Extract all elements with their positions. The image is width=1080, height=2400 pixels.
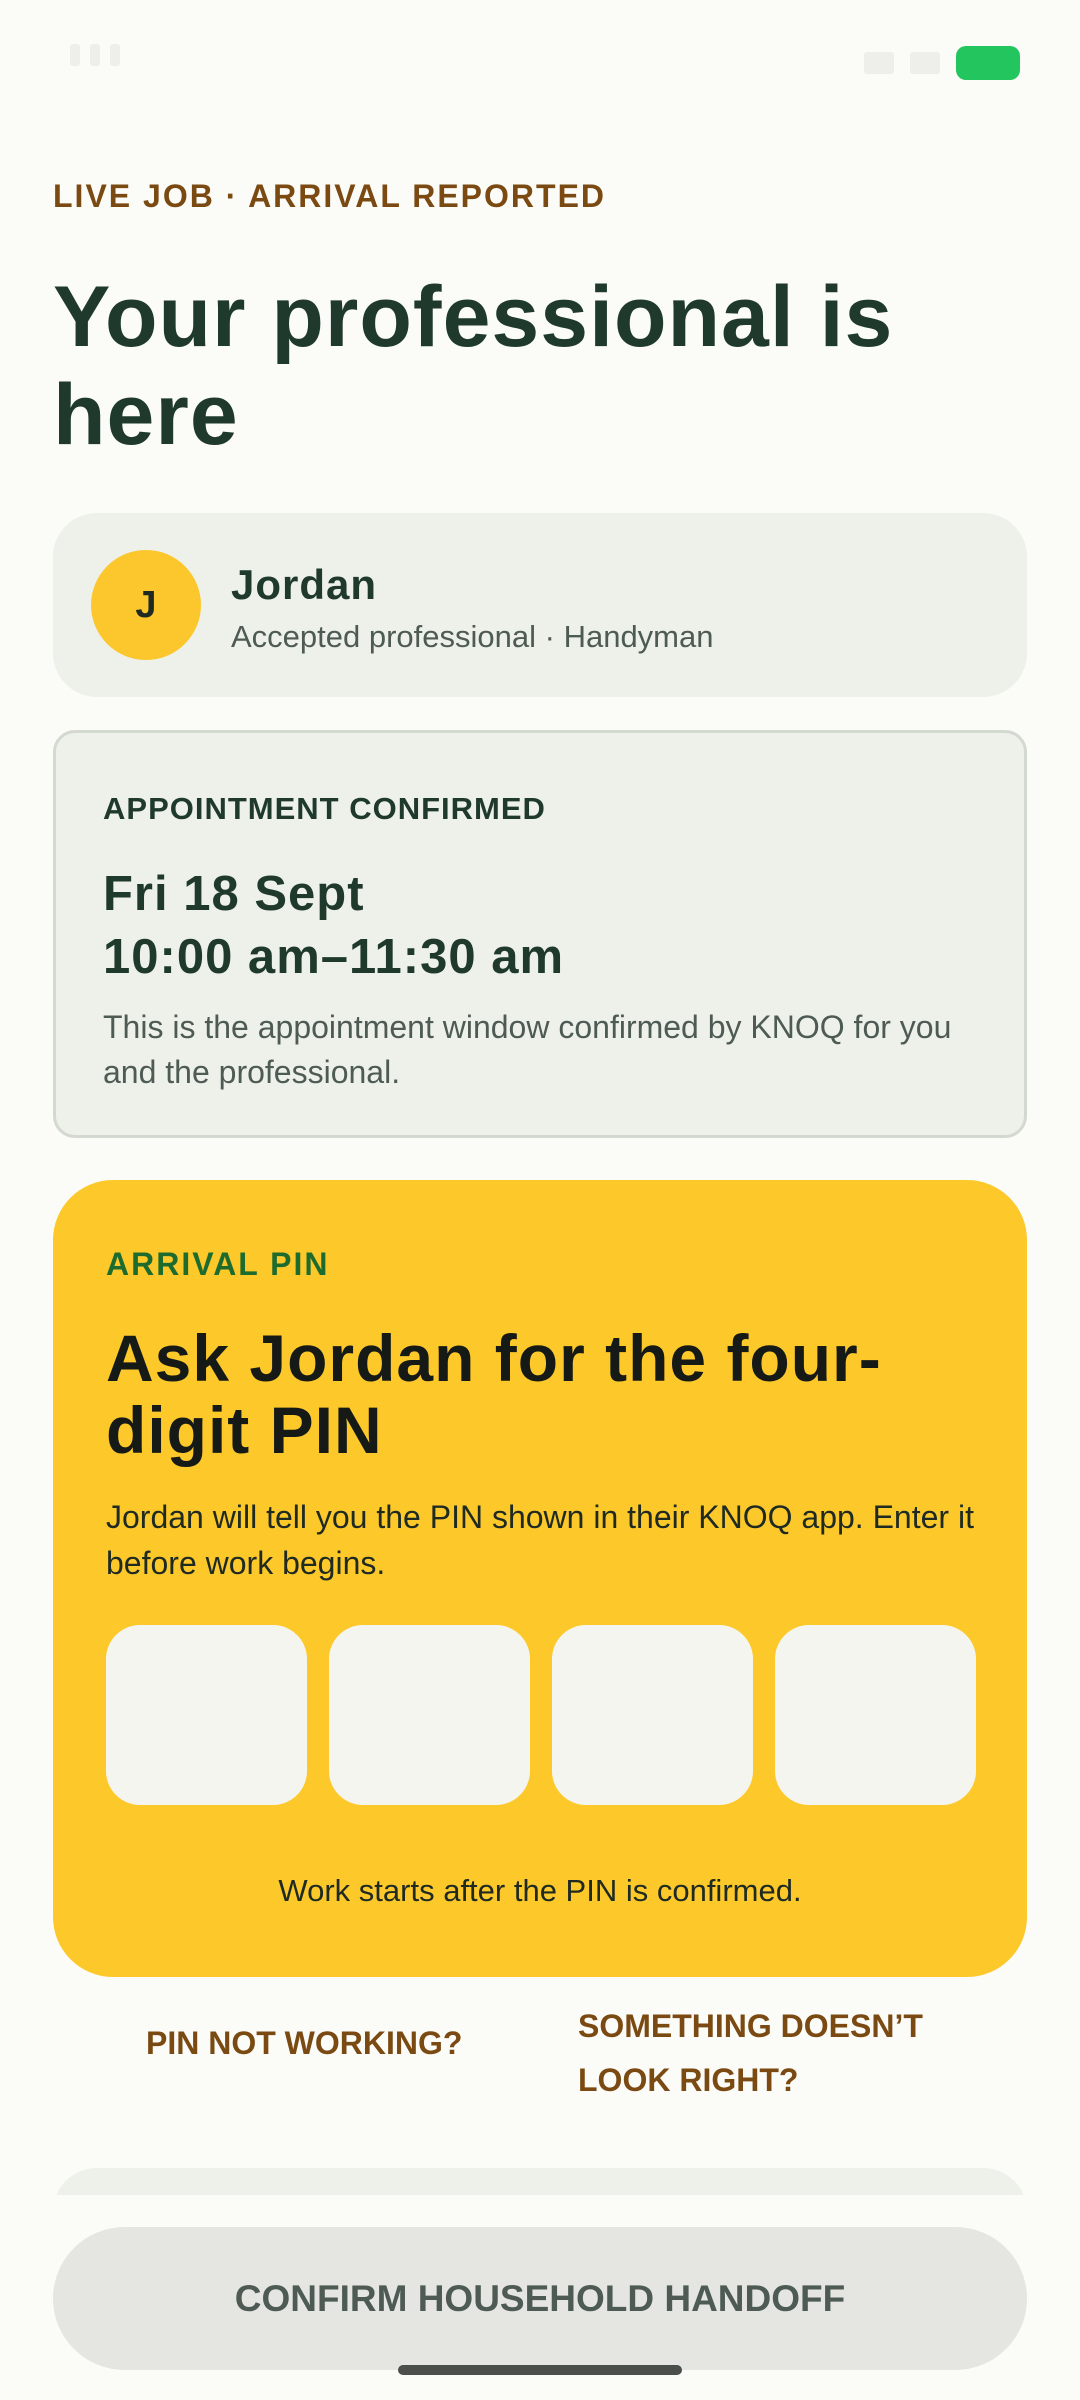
arrival-pin-card: ARRIVAL PIN Ask Jordan for the four-digi… [53, 1180, 1027, 1977]
page-title: Your professional is here [53, 269, 894, 463]
pin-not-working-link[interactable]: PIN NOT WORKING? [146, 2016, 462, 2070]
appointment-date: Fri 18 Sept [103, 867, 365, 921]
avatar: J [91, 550, 201, 660]
appointment-eyebrow: APPOINTMENT CONFIRMED [103, 791, 546, 826]
confirm-household-handoff-button[interactable]: CONFIRM HOUSEHOLD HANDOFF [53, 2227, 1027, 2370]
something-wrong-link[interactable]: SOMETHING DOESN’T LOOK RIGHT? [578, 1999, 1018, 2107]
professional-card: J Jordan Accepted professional · Handyma… [53, 513, 1027, 697]
notification-icon [90, 44, 100, 66]
pin-eyebrow: ARRIVAL PIN [106, 1246, 330, 1282]
signal-icon [864, 52, 894, 74]
status-bar [0, 0, 1080, 130]
appointment-datetime: Fri 18 Sept 10:00 am–11:30 am [103, 863, 564, 989]
job-status-eyebrow: LIVE JOB · ARRIVAL REPORTED [53, 178, 607, 214]
pin-digit-1-input[interactable] [106, 1625, 307, 1805]
pin-footer-note: Work starts after the PIN is confirmed. [278, 1873, 802, 1908]
appointment-card: APPOINTMENT CONFIRMED Fri 18 Sept 10:00 … [53, 730, 1027, 1138]
wifi-icon [910, 52, 940, 74]
pin-digit-4-input[interactable] [775, 1625, 976, 1805]
notification-icon [70, 44, 80, 66]
notification-icon [110, 44, 120, 66]
professional-subtitle: Accepted professional · Handyman [231, 619, 714, 654]
pin-digit-3-input[interactable] [552, 1625, 753, 1805]
status-icons-right [864, 46, 1026, 80]
pin-input-group [106, 1625, 976, 1805]
pin-description: Jordan will tell you the PIN shown in th… [106, 1499, 974, 1581]
pin-title: Ask Jordan for the four-digit PIN [106, 1321, 882, 1467]
home-indicator[interactable] [398, 2365, 682, 2375]
pin-digit-2-input[interactable] [329, 1625, 530, 1805]
battery-icon [956, 46, 1026, 80]
appointment-note: This is the appointment window confirmed… [103, 1009, 952, 1090]
appointment-time: 10:00 am–11:30 am [103, 930, 565, 984]
professional-name: Jordan [231, 561, 378, 608]
status-icons-left [70, 44, 120, 66]
